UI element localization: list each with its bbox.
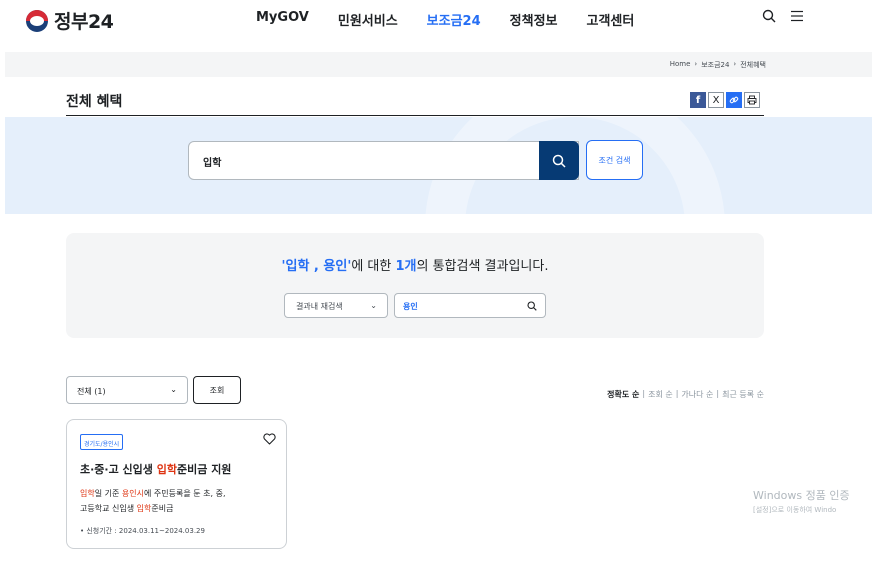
sort-accuracy[interactable]: 정확도 순 — [607, 389, 639, 400]
watermark-line-1: Windows 정품 인증 — [753, 489, 850, 502]
main-nav: MyGOV 민원서비스 보조금24 정책정보 고객센터 — [256, 10, 634, 29]
search-icon[interactable] — [527, 301, 537, 311]
search-icon — [552, 154, 566, 168]
benefit-title: 초·중·고 신입생 입학준비금 지원 — [80, 461, 231, 477]
breadcrumb-home[interactable]: Home — [670, 60, 691, 70]
taegeuk-logo-icon — [26, 9, 48, 32]
desc-text: 준비금 — [151, 504, 174, 513]
link-copy-button[interactable] — [726, 92, 742, 108]
heart-icon[interactable] — [263, 433, 276, 445]
page-title: 전체 혜택 — [66, 94, 123, 110]
sort-alphabetical[interactable]: 가나다 순 — [681, 389, 713, 400]
category-filter-select[interactable]: 전체 (1) ⌄ — [66, 376, 188, 404]
print-icon — [747, 95, 757, 105]
benefit-card[interactable]: 경기도/용인시 초·중·고 신입생 입학준비금 지원 입학일 기준 용인시에 주… — [66, 419, 287, 549]
print-button[interactable] — [744, 92, 760, 108]
result-summary-box: '입학 , 용인'에 대한 1개의 통합검색 결과입니다. 결과내 재검색 ⌄ … — [66, 233, 764, 338]
refine-scope-label: 결과내 재검색 — [296, 302, 343, 311]
breadcrumb-separator-icon: › — [694, 60, 698, 68]
summary-count: 1개 — [395, 259, 417, 274]
chevron-down-icon: ⌄ — [370, 301, 377, 310]
refine-search-input[interactable]: 용인 — [394, 293, 546, 318]
link-icon — [729, 96, 739, 104]
nav-subsidy24[interactable]: 보조금24 — [427, 10, 481, 29]
windows-activation-watermark: Windows 정품 인증 [설정]으로 이동하여 Windo — [753, 487, 850, 515]
search-button[interactable] — [539, 141, 579, 180]
refine-search-value: 용인 — [403, 302, 418, 311]
desc-highlight: 용인시 — [121, 489, 144, 498]
site-logo[interactable]: 정부24 — [26, 7, 114, 34]
refine-scope-select[interactable]: 결과내 재검색 ⌄ — [284, 293, 388, 318]
sort-divider: | — [642, 389, 646, 398]
region-tag: 경기도/용인시 — [80, 434, 124, 450]
desc-highlight: 입학 — [136, 504, 152, 513]
desc-text: 에 주민등록을 둔 초, 중, — [144, 489, 226, 498]
summary-text: 에 대한 — [351, 259, 396, 274]
menu-icon[interactable] — [790, 9, 804, 23]
chevron-down-icon: ⌄ — [170, 385, 177, 394]
sort-views[interactable]: 조회 순 — [648, 389, 673, 400]
title-text: 초·중·고 신입생 — [80, 463, 157, 476]
title-row: 전체 혜택 f X — [66, 88, 764, 116]
title-text: 준비금 지원 — [177, 463, 232, 476]
query-button[interactable]: 조회 — [193, 376, 241, 404]
nav-policy-info[interactable]: 정책정보 — [510, 10, 558, 29]
search-input-value: 입학 — [203, 158, 222, 169]
sort-recent[interactable]: 최근 등록 순 — [722, 389, 764, 400]
breadcrumb: Home › 보조금24 › 전체혜택 — [670, 60, 766, 70]
logo-text: 정부24 — [54, 11, 114, 33]
header-actions — [762, 9, 804, 23]
search-band: 입학 조건 검색 — [5, 117, 872, 214]
watermark-line-2: [설정]으로 이동하여 Windo — [753, 506, 837, 514]
search-input[interactable]: 입학 — [188, 141, 579, 180]
breadcrumb-separator-icon: › — [733, 60, 737, 68]
title-highlight: 입학 — [156, 463, 177, 476]
sort-divider: | — [716, 389, 720, 398]
application-period: • 신청기간 : 2024.03.11~2024.03.29 — [80, 527, 205, 535]
desc-text: 고등학교 신입생 — [80, 504, 137, 513]
result-summary: '입학 , 용인'에 대한 1개의 통합검색 결과입니다. — [66, 255, 764, 274]
summary-text: 의 통합검색 결과입니다. — [416, 259, 549, 274]
desc-text: 일 기준 — [94, 489, 122, 498]
share-buttons: f X — [690, 92, 760, 108]
summary-keywords: 입학 , 용인 — [285, 259, 348, 274]
breadcrumb-bar: Home › 보조금24 › 전체혜택 — [5, 52, 872, 77]
category-filter-label: 전체 (1) — [77, 387, 106, 396]
x-share-button[interactable]: X — [708, 92, 724, 108]
nav-mygov[interactable]: MyGOV — [256, 10, 309, 29]
breadcrumb-current: 전체혜택 — [740, 61, 766, 69]
facebook-share-button[interactable]: f — [690, 92, 706, 108]
search-icon[interactable] — [762, 9, 776, 23]
nav-civil-service[interactable]: 민원서비스 — [338, 10, 398, 29]
sort-divider: | — [675, 389, 679, 398]
site-header: 정부24 MyGOV 민원서비스 보조금24 정책정보 고객센터 — [0, 0, 872, 52]
benefit-description: 입학일 기준 용인시에 주민등록을 둔 초, 중, 고등학교 신입생 입학준비금 — [80, 486, 276, 516]
sort-options: 정확도 순 | 조회 순 | 가나다 순 | 최근 등록 순 — [607, 389, 764, 400]
breadcrumb-subsidy24[interactable]: 보조금24 — [701, 60, 729, 70]
desc-highlight: 입학 — [80, 489, 95, 498]
nav-customer-center[interactable]: 고객센터 — [587, 10, 635, 29]
condition-search-button[interactable]: 조건 검색 — [586, 140, 643, 180]
